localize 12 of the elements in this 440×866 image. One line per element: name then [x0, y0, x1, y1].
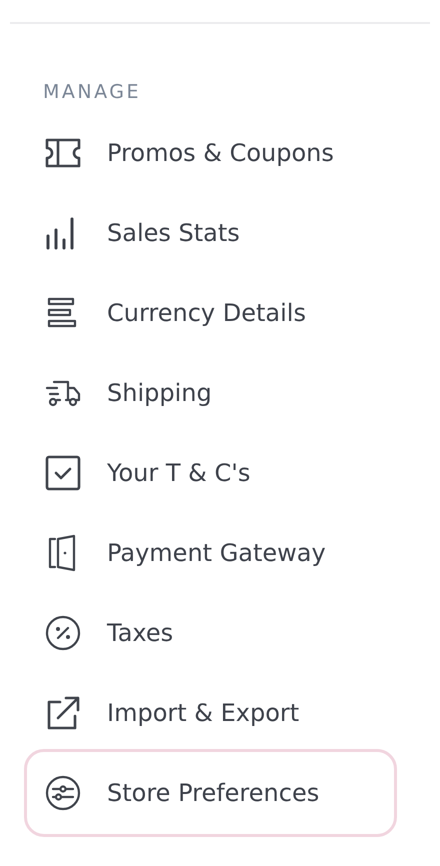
checkbox-icon — [44, 454, 82, 492]
menu-item[interactable]: Store Preferences — [24, 749, 397, 837]
menu-item[interactable]: Promos & Coupons — [24, 113, 397, 193]
menu-item[interactable]: Your T & C's — [24, 433, 397, 513]
percent-icon — [44, 614, 82, 652]
menu-item[interactable]: Shipping — [24, 353, 397, 433]
menu-item[interactable]: Payment Gateway — [24, 513, 397, 593]
menu-item[interactable]: Currency Details — [24, 273, 397, 353]
sliders-icon — [44, 774, 82, 812]
menu-item[interactable]: Taxes — [24, 593, 397, 673]
section-title: MANAGE — [43, 80, 142, 104]
menu-item[interactable]: Sales Stats — [24, 193, 397, 273]
